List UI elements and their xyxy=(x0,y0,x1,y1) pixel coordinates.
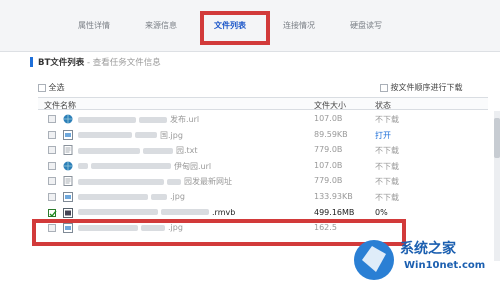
section-title: BT文件列表 - 查看任务文件信息 xyxy=(38,58,161,68)
table-header: 文件名称 文件大小 状态 xyxy=(38,97,488,110)
tab-connections[interactable]: 连接情况 xyxy=(283,17,315,35)
row-checkbox[interactable] xyxy=(48,146,56,155)
scrollbar-thumb[interactable] xyxy=(494,118,500,158)
table-row[interactable]: .jpg 133.93KB 不下载 xyxy=(38,189,488,205)
file-name: 园.txt xyxy=(78,145,198,156)
row-checkbox[interactable] xyxy=(48,115,56,123)
highlight-box-tab xyxy=(200,11,270,45)
file-status: 不下载 xyxy=(375,177,399,187)
tab-source-info[interactable]: 来源信息 xyxy=(145,17,177,35)
file-status: 不下载 xyxy=(375,115,399,124)
row-checkbox[interactable] xyxy=(48,193,56,201)
file-name: .jpg xyxy=(78,192,185,201)
globe-icon xyxy=(63,161,73,171)
tab-disk-io[interactable]: 硬盘读写 xyxy=(350,17,382,35)
table-row[interactable]: 园.txt 779.0B 不下载 xyxy=(38,142,488,158)
file-size: 499.16MB xyxy=(314,207,355,217)
file-size: 779.0B xyxy=(314,145,343,155)
file-size: 133.93KB xyxy=(314,192,353,201)
file-name: .rmvb xyxy=(78,208,235,217)
video-file-icon xyxy=(63,207,73,218)
file-name: 伊甸园.url xyxy=(78,161,211,172)
table-row[interactable]: 园发最新网址 779.0B 不下载 xyxy=(38,173,488,189)
row-checkbox[interactable] xyxy=(48,130,56,139)
table-row[interactable]: .rmvb 499.16MB 0% xyxy=(38,205,488,221)
check-icon xyxy=(49,210,57,217)
row-checkbox[interactable] xyxy=(48,177,56,186)
file-status: 不下载 xyxy=(375,161,399,171)
file-status[interactable]: 打开 xyxy=(375,130,391,141)
section-marker xyxy=(30,57,33,67)
file-size: 107.0B xyxy=(314,114,343,123)
row-checkbox[interactable] xyxy=(48,208,57,217)
file-name: 国.jpg xyxy=(78,130,183,141)
table-row[interactable]: 发布.url 107.0B 不下载 xyxy=(38,111,488,127)
order-checkbox[interactable] xyxy=(380,83,388,92)
select-all-checkbox[interactable] xyxy=(38,83,46,92)
column-status[interactable]: 状态 xyxy=(375,100,391,111)
highlight-box-row xyxy=(32,219,406,246)
watermark: 系统之家 Win10net.com xyxy=(352,236,498,284)
text-file-icon xyxy=(63,176,73,187)
row-checkbox[interactable] xyxy=(48,161,56,170)
column-name[interactable]: 文件名称 xyxy=(44,100,76,111)
table-row[interactable]: 国.jpg 89.59KB 打开 xyxy=(38,127,488,143)
order-option[interactable]: 按文件顺序进行下载 xyxy=(380,82,463,94)
file-size: 779.0B xyxy=(314,176,343,186)
tab-properties[interactable]: 属性详情 xyxy=(78,17,110,35)
table-row[interactable]: 伊甸园.url 107.0B 不下载 xyxy=(38,158,488,174)
file-size: 89.59KB xyxy=(314,129,348,139)
globe-icon xyxy=(63,114,73,124)
image-icon xyxy=(63,129,73,140)
select-all[interactable]: 全选 xyxy=(38,82,65,94)
text-file-icon xyxy=(63,145,73,156)
file-status: 不下载 xyxy=(375,193,399,202)
watermark-logo-icon xyxy=(354,240,394,280)
file-name: 发布.url xyxy=(78,114,199,125)
file-name: 园发最新网址 xyxy=(78,176,232,187)
file-status: 不下载 xyxy=(375,146,399,156)
column-size[interactable]: 文件大小 xyxy=(314,100,346,111)
image-icon xyxy=(63,192,73,202)
file-status: 0% xyxy=(375,207,388,217)
file-size: 107.0B xyxy=(314,160,343,170)
